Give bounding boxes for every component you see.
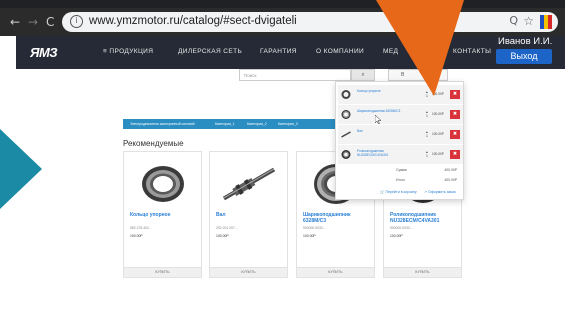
cart-total-value: 400.00Р xyxy=(444,178,457,182)
search-input[interactable]: Поиск xyxy=(239,69,351,81)
remove-item-button[interactable]: ✖ xyxy=(450,110,460,119)
quantity-value: 1 xyxy=(426,154,428,159)
buy-button[interactable]: КУПИТЬ xyxy=(384,267,461,277)
quantity-value: 1 xyxy=(426,114,428,119)
product-name[interactable]: Вал xyxy=(216,212,286,218)
product-name[interactable]: Роликоподшипник NU328ECM/C4VA301 xyxy=(390,212,460,224)
remove-item-button[interactable]: ✖ xyxy=(450,130,460,139)
product-code: 582.278.402... xyxy=(130,226,152,230)
cart-item-price: 100.00Р xyxy=(432,132,444,136)
product-code: 900000.0033... xyxy=(390,226,413,230)
menu-item-products[interactable]: ≡ ПРОДУКЦИЯ xyxy=(103,48,153,55)
roller-bearing-icon xyxy=(341,150,351,159)
ring-icon xyxy=(142,166,184,202)
cart-item-price: 100.00Р xyxy=(432,152,444,156)
cart-item-name[interactable]: Вал xyxy=(357,129,413,133)
menu-item-warranty[interactable]: ГАРАНТИЯ xyxy=(260,48,297,55)
cart-item: Вал ▴ 1 100.00Р ✖ xyxy=(338,125,463,144)
product-price: 100.00Р xyxy=(303,234,316,238)
product-price: 100.00Р xyxy=(216,234,229,238)
logout-button[interactable]: Выход xyxy=(496,49,552,64)
search-button[interactable]: ⌕ xyxy=(351,69,375,81)
go-to-cart-link[interactable]: 🛒 Перейти в корзину xyxy=(380,190,417,194)
product-price: 100.00Р xyxy=(390,234,403,238)
extension-flag-icon[interactable] xyxy=(540,15,552,29)
logo[interactable]: ЯМЗ xyxy=(30,45,58,60)
cart-sum-label: Сумма xyxy=(396,168,407,172)
forward-icon[interactable]: → xyxy=(28,16,38,28)
zoom-icon[interactable]: Q xyxy=(509,14,518,27)
menu-item-dealers[interactable]: ДИЛЕРСКАЯ СЕТЬ xyxy=(178,48,242,55)
cart-sum-value: 400.00Р xyxy=(444,168,457,172)
shaft-icon xyxy=(341,131,351,138)
ring-icon xyxy=(341,90,351,99)
browser-tab-strip xyxy=(0,0,565,8)
bearing-icon xyxy=(341,110,351,119)
buy-button[interactable]: КУПИТЬ xyxy=(210,267,287,277)
flag-stripe xyxy=(548,15,552,29)
product-name[interactable]: Шарикоподшипник 6328M/C3 xyxy=(303,212,373,224)
menu-item-about[interactable]: О КОМПАНИИ xyxy=(316,48,364,55)
product-name[interactable]: Кольцо упорное xyxy=(130,212,200,218)
reload-icon[interactable]: C xyxy=(46,16,54,28)
cart-total-label: Итого xyxy=(396,178,405,182)
cart-item: Роликоподшипник NU328ECM/C4VA301 ▴ 1 100… xyxy=(338,145,463,164)
search-icon: ⌕ xyxy=(361,71,365,78)
cart-item-quantity[interactable]: ▴ 1 xyxy=(426,130,428,138)
quantity-value: 1 xyxy=(426,134,428,139)
teal-arrow-overlay xyxy=(0,129,42,209)
checkout-link[interactable]: ↗ Оформить заказ xyxy=(424,190,456,194)
cart-item-price: 100.00Р xyxy=(432,112,444,116)
url-text[interactable]: www.ymzmotor.ru/catalog/#sect-dvigateli xyxy=(89,15,297,27)
product-card[interactable]: Вал 292.201.207... 100.00Р КУПИТЬ xyxy=(209,151,288,278)
product-code: 900000.0032... xyxy=(303,226,326,230)
user-name: Иванов И.И. xyxy=(498,36,553,47)
orange-arrow-overlay xyxy=(376,0,464,96)
remove-item-button[interactable]: ✖ xyxy=(450,150,460,159)
site-info-icon[interactable]: i xyxy=(70,15,83,28)
buy-button[interactable]: КУПИТЬ xyxy=(297,267,374,277)
mouse-cursor-icon xyxy=(375,115,381,124)
cart-item: Шарикоподшипник 6328M/C3 ▴ 1 100.00Р ✖ xyxy=(338,105,463,124)
cart-item-quantity[interactable]: ▴ 1 xyxy=(426,110,428,118)
product-price: 100.00Р xyxy=(130,234,143,238)
cart-item-name[interactable]: Шарикоподшипник 6328M/C3 xyxy=(357,109,413,113)
browser-toolbar: ← → C i www.ymzmotor.ru/catalog/#sect-dv… xyxy=(0,8,565,36)
product-code: 292.201.207... xyxy=(216,226,238,230)
buy-button[interactable]: КУПИТЬ xyxy=(124,267,201,277)
cart-dropdown: Кольцо упорное ▴ 1 100.00Р ✖ Шарикоподши… xyxy=(335,81,464,200)
cart-item-quantity[interactable]: ▴ 1 xyxy=(426,150,428,158)
breadcrumb-item[interactable]: Категория_3 xyxy=(278,122,298,126)
shaft-icon xyxy=(222,167,276,201)
section-title: Рекомендуемые xyxy=(123,139,184,148)
bookmark-star-icon[interactable]: ☆ xyxy=(523,14,534,28)
breadcrumb-item[interactable]: Категория_2 xyxy=(247,122,267,126)
breadcrumb-item[interactable]: Категория_1 xyxy=(215,122,235,126)
site-header: ЯМЗ ≡ ПРОДУКЦИЯ ДИЛЕРСКАЯ СЕТЬ ГАРАНТИЯ … xyxy=(16,36,565,69)
cart-item-name[interactable]: Роликоподшипник NU328ECM/C4VA301 xyxy=(357,149,413,157)
address-bar[interactable]: i www.ymzmotor.ru/catalog/#sect-dvigatel… xyxy=(62,12,558,32)
back-icon[interactable]: ← xyxy=(10,16,20,28)
breadcrumb-item[interactable]: Электродвигатели асинхронный силовой xyxy=(130,122,195,126)
product-card[interactable]: Кольцо упорное 582.278.402... 100.00Р КУ… xyxy=(123,151,202,278)
